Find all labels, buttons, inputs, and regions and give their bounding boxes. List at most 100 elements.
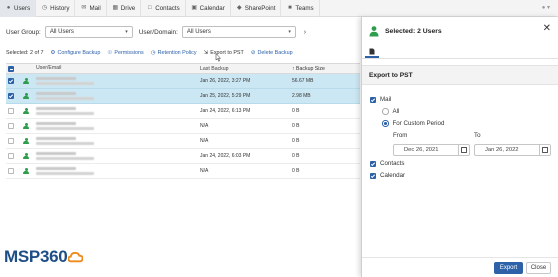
- user-group-select[interactable]: All Users ▾: [44, 26, 133, 38]
- redacted-email: [36, 81, 94, 85]
- tab-drive[interactable]: ▦ Drive: [107, 0, 142, 17]
- row-checkbox[interactable]: [8, 78, 14, 84]
- tab-history[interactable]: ◷ History: [36, 0, 76, 17]
- from-date-field[interactable]: Dec 26, 2021: [393, 144, 470, 156]
- user-icon: [23, 167, 29, 175]
- redacted-name: [36, 92, 76, 96]
- last-backup-cell: Jan 26, 2022, 3:27 PM: [200, 78, 251, 84]
- tab-contacts[interactable]: □ Contacts: [141, 0, 186, 17]
- top-nav: ● Users ◷ History ✉ Mail ▦ Drive □ Conta…: [0, 0, 558, 17]
- mail-checkbox[interactable]: [370, 96, 376, 103]
- delete-icon: ⊘: [250, 50, 256, 56]
- to-date-field[interactable]: Jan 26, 2022: [474, 144, 551, 156]
- tab-details[interactable]: [365, 46, 379, 58]
- header-last-backup[interactable]: Last Backup: [200, 66, 292, 72]
- user-domain-label: User/Domain:: [138, 28, 178, 36]
- row-checkbox[interactable]: [8, 168, 14, 174]
- close-icon[interactable]: ✕: [543, 24, 551, 34]
- from-date-picker-button[interactable]: [458, 145, 469, 155]
- table-row[interactable]: Jan 24, 2022, 6:13 PM 0 B: [6, 104, 360, 119]
- mail-label: Mail: [380, 96, 392, 103]
- row-checkbox[interactable]: [8, 93, 14, 99]
- row-checkbox[interactable]: [8, 108, 14, 114]
- configure-backup-label: Configure Backup: [57, 50, 101, 56]
- mouse-cursor-icon: [215, 53, 221, 62]
- custom-period-label: For Custom Period: [392, 120, 445, 127]
- sort-ascending-icon: ↑: [292, 65, 295, 72]
- all-radio[interactable]: [382, 108, 389, 115]
- contacts-icon: □: [147, 4, 152, 11]
- redacted-email: [36, 156, 94, 160]
- last-backup-cell: Jan 24, 2022, 6:03 PM: [200, 153, 251, 159]
- tab-mail[interactable]: ✉ Mail: [75, 0, 107, 17]
- custom-period-radio[interactable]: [382, 120, 389, 127]
- user-domain-select[interactable]: All Users ▾: [181, 26, 296, 38]
- last-backup-cell: N/A: [200, 168, 209, 174]
- history-icon: ◷: [42, 4, 48, 11]
- toolbar: Selected: 2 of 7 ⚙ Configure Backup ☉ Pe…: [6, 48, 293, 58]
- chevron-right-icon: ›: [303, 28, 307, 36]
- backup-size-cell: 0 B: [292, 153, 300, 159]
- redacted-name: [36, 137, 76, 141]
- gear-icon: ⚙: [50, 50, 56, 56]
- mail-option[interactable]: Mail: [370, 96, 391, 103]
- tab-calendar[interactable]: ▣ Calendar: [186, 0, 231, 17]
- row-checkbox[interactable]: [8, 123, 14, 129]
- backup-size-cell: 0 B: [292, 108, 300, 114]
- row-checkbox[interactable]: [8, 138, 14, 144]
- chevron-down-icon: ▾: [288, 29, 291, 35]
- calendar-label: Calendar: [380, 172, 406, 179]
- backup-size-cell: 0 B: [292, 123, 300, 129]
- user-icon: [23, 107, 29, 115]
- header-backup-size-label: Backup Size: [296, 65, 325, 72]
- sharepoint-icon: ◆: [236, 4, 242, 11]
- user-email-redacted: [36, 107, 200, 115]
- all-option[interactable]: All: [382, 108, 399, 115]
- contacts-option[interactable]: Contacts: [370, 160, 404, 167]
- next-button[interactable]: ›: [300, 26, 310, 38]
- export-to-pst-button[interactable]: ⇲ Export to PST: [204, 50, 244, 56]
- table-row[interactable]: Jan 25, 2022, 5:29 PM 2.98 MB: [6, 89, 360, 104]
- from-label: From: [393, 132, 408, 139]
- tab-drive-label: Drive: [120, 4, 136, 12]
- users-icon: ●: [6, 4, 11, 11]
- calendar-checkbox[interactable]: [370, 172, 376, 179]
- table-row[interactable]: N/A 0 B: [6, 164, 360, 179]
- configure-backup-button[interactable]: ⚙ Configure Backup: [50, 50, 100, 56]
- mail-icon: ✉: [81, 4, 87, 11]
- shield-icon: ☉: [107, 50, 113, 56]
- user-icon: [23, 92, 29, 100]
- header-backup-size[interactable]: ↑ Backup Size: [292, 66, 360, 72]
- last-backup-cell: N/A: [200, 138, 209, 144]
- logo-cloud-icon: [68, 251, 84, 262]
- user-icon: [23, 152, 29, 160]
- retention-policy-button[interactable]: ◷ Retention Policy: [151, 50, 197, 56]
- close-button[interactable]: Close: [526, 262, 551, 274]
- retention-policy-label: Retention Policy: [157, 50, 197, 56]
- tab-sharepoint[interactable]: ◆ SharePoint: [231, 0, 282, 17]
- tab-teams[interactable]: ■ Teams: [281, 0, 320, 17]
- calendar-option[interactable]: Calendar: [370, 172, 405, 179]
- table-row[interactable]: N/A 0 B: [6, 119, 360, 134]
- tab-users[interactable]: ● Users: [0, 0, 37, 17]
- header-user-email[interactable]: User/Email: [36, 65, 200, 72]
- permissions-button[interactable]: ☉ Permissions: [107, 50, 143, 56]
- delete-backup-button[interactable]: ⊘ Delete Backup: [251, 50, 293, 56]
- export-button[interactable]: Export: [494, 262, 523, 274]
- to-date-picker-button[interactable]: [539, 145, 550, 155]
- backup-size-cell: 2.98 MB: [292, 93, 311, 99]
- select-all-checkbox[interactable]: [8, 65, 14, 72]
- table-row[interactable]: Jan 26, 2022, 3:27 PM 56.67 MB: [6, 74, 360, 89]
- app-window: ● Users ◷ History ✉ Mail ▦ Drive □ Conta…: [0, 0, 558, 277]
- contacts-checkbox[interactable]: [370, 160, 376, 167]
- panel-header: Selected: 2 Users: [362, 17, 558, 46]
- table-row[interactable]: Jan 24, 2022, 6:03 PM 0 B: [6, 149, 360, 164]
- table-row[interactable]: N/A 0 B: [6, 134, 360, 149]
- export-side-panel: Selected: 2 Users ✕ Export to PST Mail A…: [361, 17, 558, 277]
- custom-period-option[interactable]: For Custom Period: [382, 120, 444, 127]
- tab-contacts-label: Contacts: [155, 4, 180, 12]
- user-menu[interactable]: ● ▾: [542, 4, 550, 11]
- row-checkbox[interactable]: [8, 153, 14, 159]
- to-date-value: Jan 26, 2022: [485, 147, 519, 153]
- avatar-icon: ●: [541, 5, 546, 11]
